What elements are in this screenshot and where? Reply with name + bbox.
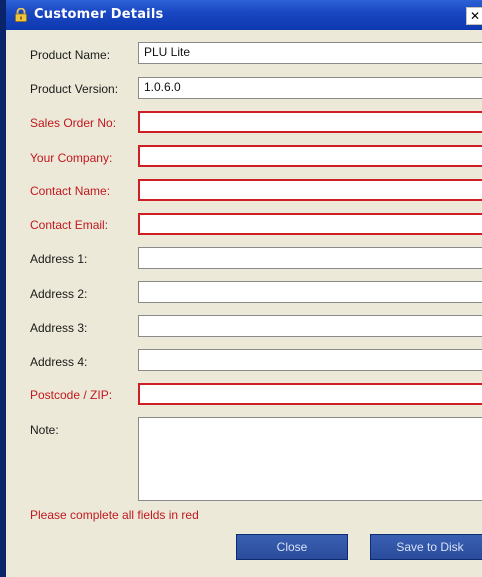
- address-1-label: Address 1:: [30, 252, 88, 266]
- address-4-label: Address 4:: [30, 355, 88, 369]
- product-name-field[interactable]: PLU Lite: [138, 42, 482, 64]
- lock-icon: [15, 8, 27, 22]
- note-label: Note:: [30, 423, 59, 437]
- product-name-value: PLU Lite: [144, 45, 191, 59]
- address-3-label: Address 3:: [30, 321, 88, 335]
- title-bar: Customer Details ✕: [6, 0, 482, 30]
- postcode-label: Postcode / ZIP:: [30, 388, 113, 402]
- address-2-field[interactable]: [138, 281, 482, 303]
- address-1-field[interactable]: [138, 247, 482, 269]
- address-2-label: Address 2:: [30, 287, 88, 301]
- sales-order-no-field[interactable]: [138, 111, 482, 133]
- required-fields-message: Please complete all fields in red: [30, 508, 199, 522]
- your-company-label: Your Company:: [30, 151, 113, 165]
- sales-order-no-label: Sales Order No:: [30, 116, 117, 130]
- address-4-field[interactable]: [138, 349, 482, 371]
- contact-name-label: Contact Name:: [30, 184, 111, 198]
- postcode-field[interactable]: [138, 383, 482, 405]
- product-version-value: 1.0.6.0: [144, 80, 181, 94]
- close-icon: ✕: [469, 9, 481, 23]
- save-to-disk-button[interactable]: Save to Disk: [370, 534, 482, 560]
- contact-email-field[interactable]: [138, 213, 482, 235]
- contact-email-label: Contact Email:: [30, 218, 109, 232]
- contact-name-field[interactable]: [138, 179, 482, 201]
- close-window-button[interactable]: ✕: [466, 7, 482, 25]
- product-name-label: Product Name:: [30, 48, 111, 62]
- product-version-field[interactable]: 1.0.6.0: [138, 77, 482, 99]
- note-textarea[interactable]: [138, 417, 482, 501]
- your-company-field[interactable]: [138, 145, 482, 167]
- address-3-field[interactable]: [138, 315, 482, 337]
- customer-details-window: Customer Details ✕ Product Name: PLU Lit…: [0, 0, 482, 577]
- product-version-label: Product Version:: [30, 82, 119, 96]
- window-title: Customer Details: [34, 7, 164, 22]
- close-button[interactable]: Close: [236, 534, 348, 560]
